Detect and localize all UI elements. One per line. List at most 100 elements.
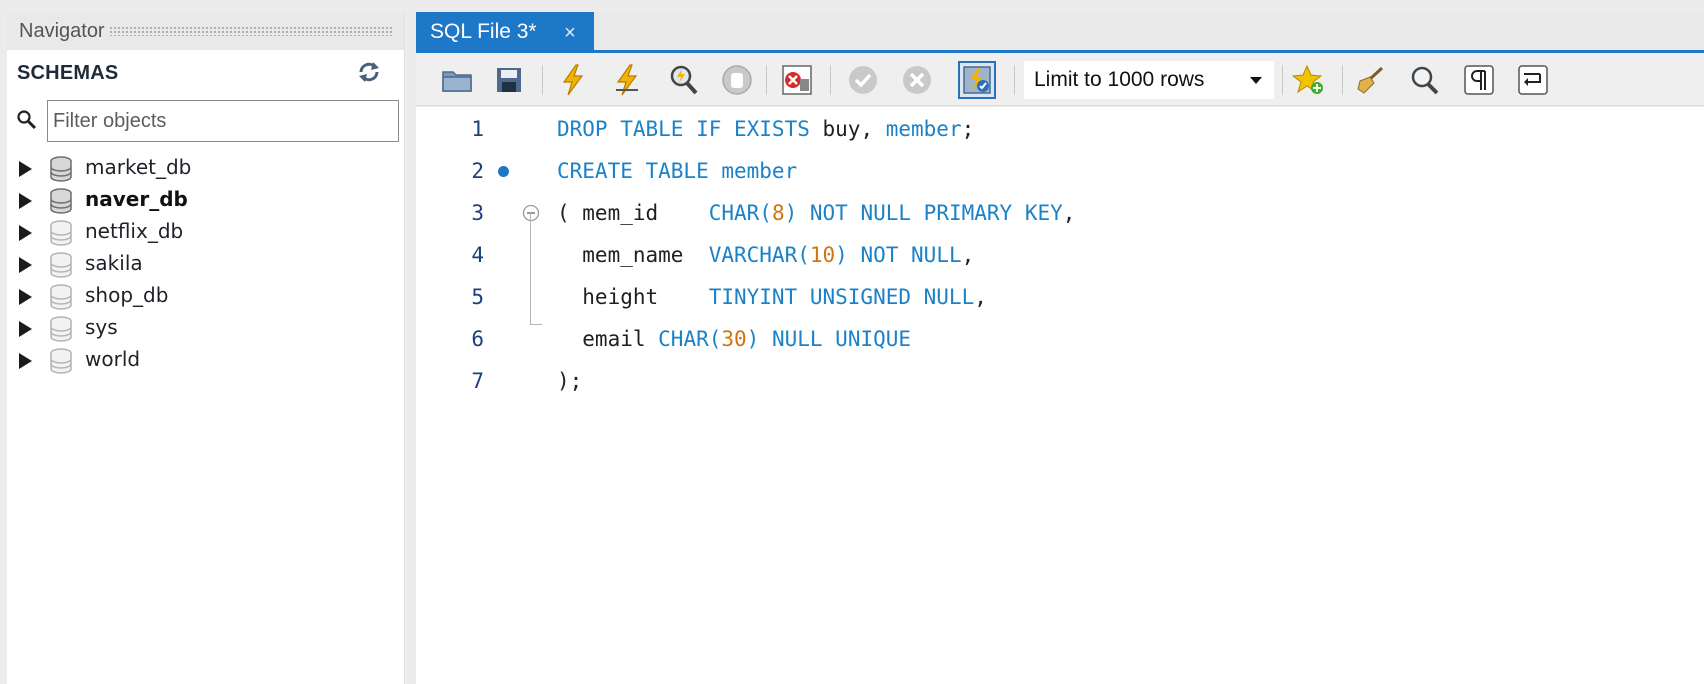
schema-label: sakila — [85, 251, 143, 275]
autocommit-icon[interactable] — [958, 61, 996, 99]
code-token: VARCHAR( — [708, 243, 810, 267]
expand-arrow-icon[interactable] — [19, 193, 32, 209]
close-icon[interactable]: × — [561, 23, 579, 43]
navigator-panel: Navigator SCHEMAS market_db — [7, 12, 405, 684]
tab-label: SQL File 3* — [430, 20, 537, 43]
filter-objects-input[interactable] — [47, 100, 399, 142]
schema-label: sys — [85, 315, 118, 339]
code-token: 8 — [771, 201, 785, 225]
rollback-icon[interactable] — [898, 61, 936, 99]
refresh-icon[interactable] — [356, 60, 382, 84]
line-number: 4 — [471, 243, 484, 267]
database-icon — [50, 156, 72, 182]
expand-arrow-icon[interactable] — [19, 321, 32, 337]
schema-item-world[interactable]: world — [7, 345, 405, 377]
find-icon[interactable] — [1406, 61, 1444, 99]
chevron-down-icon — [1250, 77, 1262, 84]
code-token: , — [961, 243, 975, 267]
schema-item-sakila[interactable]: sakila — [7, 249, 405, 281]
schema-label: netflix_db — [85, 219, 184, 243]
code-token: ( mem_id — [557, 201, 709, 225]
code-token: DROP TABLE IF EXISTS — [557, 117, 810, 141]
schema-item-netflix-db[interactable]: netflix_db — [7, 217, 405, 249]
code-text: DROP TABLE IF EXISTS buy, member; — [557, 109, 974, 149]
code-token: NOT NULL — [847, 243, 962, 267]
expand-arrow-icon[interactable] — [19, 257, 32, 273]
schema-item-naver-db[interactable]: naver_db — [7, 185, 405, 217]
database-icon — [50, 284, 72, 310]
schema-item-sys[interactable]: sys — [7, 313, 405, 345]
toolbar-separator — [542, 65, 543, 95]
schema-item-market-db[interactable]: market_db — [7, 153, 405, 185]
schema-tree: market_db naver_db netflix_db sakila sho — [7, 153, 405, 377]
search-icon — [17, 110, 37, 130]
code-text: CREATE TABLE member — [557, 151, 797, 191]
beautify-icon[interactable] — [1352, 61, 1390, 99]
code-line-1: 1 DROP TABLE IF EXISTS buy, member; — [416, 109, 1704, 149]
sql-editor[interactable]: 1 DROP TABLE IF EXISTS buy, member; 2 CR… — [416, 107, 1704, 684]
execute-icon[interactable] — [554, 61, 592, 99]
code-token: 30 — [721, 327, 747, 351]
limit-rows-select[interactable]: Limit to 1000 rows — [1024, 61, 1274, 99]
navigator-title: Navigator — [19, 19, 105, 42]
line-number: 1 — [471, 117, 484, 141]
code-text: ); — [557, 361, 582, 401]
line-number: 6 — [471, 327, 484, 351]
schema-label: market_db — [85, 155, 192, 179]
stop-icon[interactable] — [718, 61, 756, 99]
code-line-4: 4 mem_name VARCHAR(10) NOT NULL, — [416, 235, 1704, 275]
fold-guide-end — [530, 324, 542, 325]
code-token: CREATE TABLE member — [557, 159, 798, 183]
commit-icon[interactable] — [844, 61, 882, 99]
filter-row — [7, 96, 404, 144]
bookmark-icon[interactable] — [1290, 61, 1328, 99]
tab-sql-file-3[interactable]: SQL File 3* × — [416, 12, 594, 52]
code-token: ) — [746, 327, 760, 351]
code-token: mem_name — [557, 243, 709, 267]
sql-toolbar: Limit to 1000 rows — [416, 53, 1704, 106]
navigator-grip[interactable] — [108, 26, 394, 36]
code-token: 10 — [809, 243, 836, 267]
execute-current-icon[interactable] — [608, 61, 646, 99]
code-token: member — [885, 117, 962, 141]
code-line-3: 3 ( mem_id CHAR(8) NOT NULL PRIMARY KEY, — [416, 193, 1704, 233]
code-token: height — [557, 285, 709, 309]
fold-guide — [530, 213, 531, 325]
schema-label: shop_db — [85, 283, 169, 307]
toolbar-separator — [766, 65, 767, 95]
code-text: mem_name VARCHAR(10) NOT NULL, — [557, 235, 974, 275]
explain-icon[interactable] — [664, 61, 702, 99]
code-token: email — [557, 327, 659, 351]
schemas-header: SCHEMAS — [7, 50, 404, 96]
line-number: 7 — [471, 369, 484, 393]
expand-arrow-icon[interactable] — [19, 225, 32, 241]
toolbar-separator — [1282, 65, 1283, 95]
line-number: 3 — [471, 201, 484, 225]
code-text: email CHAR(30) NULL UNIQUE — [557, 319, 911, 359]
limit-rows-label: Limit to 1000 rows — [1034, 68, 1205, 91]
save-icon[interactable] — [490, 61, 528, 99]
code-token: NOT NULL PRIMARY KEY — [797, 201, 1063, 225]
code-token: ) — [784, 201, 798, 225]
code-line-6: 6 email CHAR(30) NULL UNIQUE — [416, 319, 1704, 359]
editor-tab-bar: SQL File 3* × — [416, 12, 1704, 52]
database-icon — [50, 252, 72, 278]
code-token: TINYINT UNSIGNED NULL — [708, 285, 975, 309]
toggle-error-icon[interactable] — [778, 61, 816, 99]
database-icon — [50, 220, 72, 246]
code-line-7: 7 ); — [416, 361, 1704, 401]
code-token: NULL UNIQUE — [759, 327, 912, 351]
open-folder-icon[interactable] — [438, 61, 476, 99]
invisible-chars-icon[interactable] — [1460, 61, 1498, 99]
schema-label: naver_db — [85, 187, 188, 211]
word-wrap-icon[interactable] — [1514, 61, 1552, 99]
schema-item-shop-db[interactable]: shop_db — [7, 281, 405, 313]
line-number: 5 — [471, 285, 484, 309]
fold-toggle-icon[interactable] — [522, 204, 540, 222]
toolbar-separator — [1342, 65, 1343, 95]
expand-arrow-icon[interactable] — [19, 353, 32, 369]
code-token: CHAR( — [658, 327, 722, 351]
schema-label: world — [85, 347, 141, 371]
expand-arrow-icon[interactable] — [19, 289, 32, 305]
expand-arrow-icon[interactable] — [19, 161, 32, 177]
